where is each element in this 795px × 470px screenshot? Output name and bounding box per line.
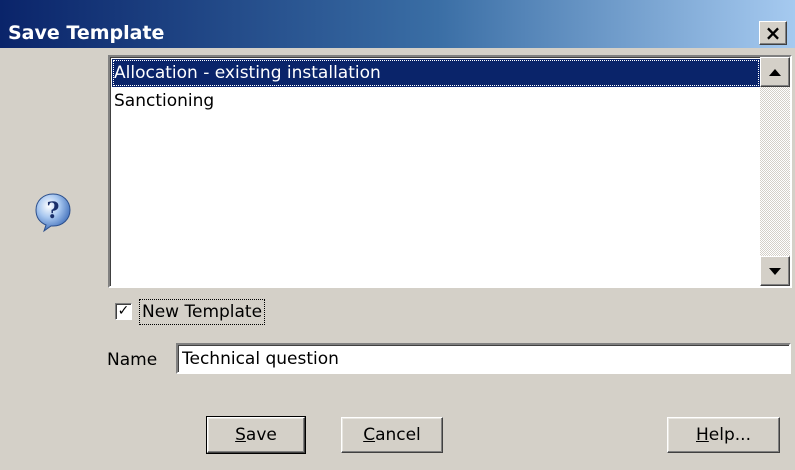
arrow-up-icon [769, 68, 781, 76]
new-template-checkbox[interactable]: ✓ [115, 303, 132, 320]
close-button[interactable]: × [759, 21, 787, 45]
title-bar[interactable]: Save Template × [0, 0, 795, 48]
scroll-up-button[interactable] [760, 57, 790, 87]
list-item-label: Allocation - existing installation [114, 63, 381, 83]
name-input[interactable] [176, 343, 791, 374]
list-scrollbar[interactable] [760, 57, 790, 286]
help-button[interactable]: Help... [667, 417, 780, 453]
list-item[interactable]: Sanctioning [112, 87, 214, 115]
arrow-down-icon [769, 267, 781, 275]
question-icon: ? [32, 191, 74, 233]
list-item-label: Sanctioning [114, 91, 215, 111]
save-template-dialog: Save Template × ? Allocation - existing … [0, 0, 795, 470]
scroll-down-button[interactable] [760, 256, 790, 286]
svg-text:?: ? [47, 198, 60, 224]
help-button-label: Help... [696, 425, 751, 445]
cancel-button-label: Cancel [363, 425, 421, 445]
name-label: Name [107, 350, 158, 370]
cancel-button[interactable]: Cancel [341, 417, 443, 453]
checkmark-icon: ✓ [117, 303, 130, 319]
new-template-label[interactable]: New Template [138, 299, 266, 325]
save-button[interactable]: Save [206, 416, 306, 454]
close-icon: × [764, 21, 782, 45]
list-item[interactable]: Allocation - existing installation [112, 59, 760, 87]
dialog-title: Save Template [8, 22, 165, 44]
save-button-label: Save [235, 425, 277, 445]
template-list[interactable]: Allocation - existing installation Sanct… [108, 55, 792, 288]
